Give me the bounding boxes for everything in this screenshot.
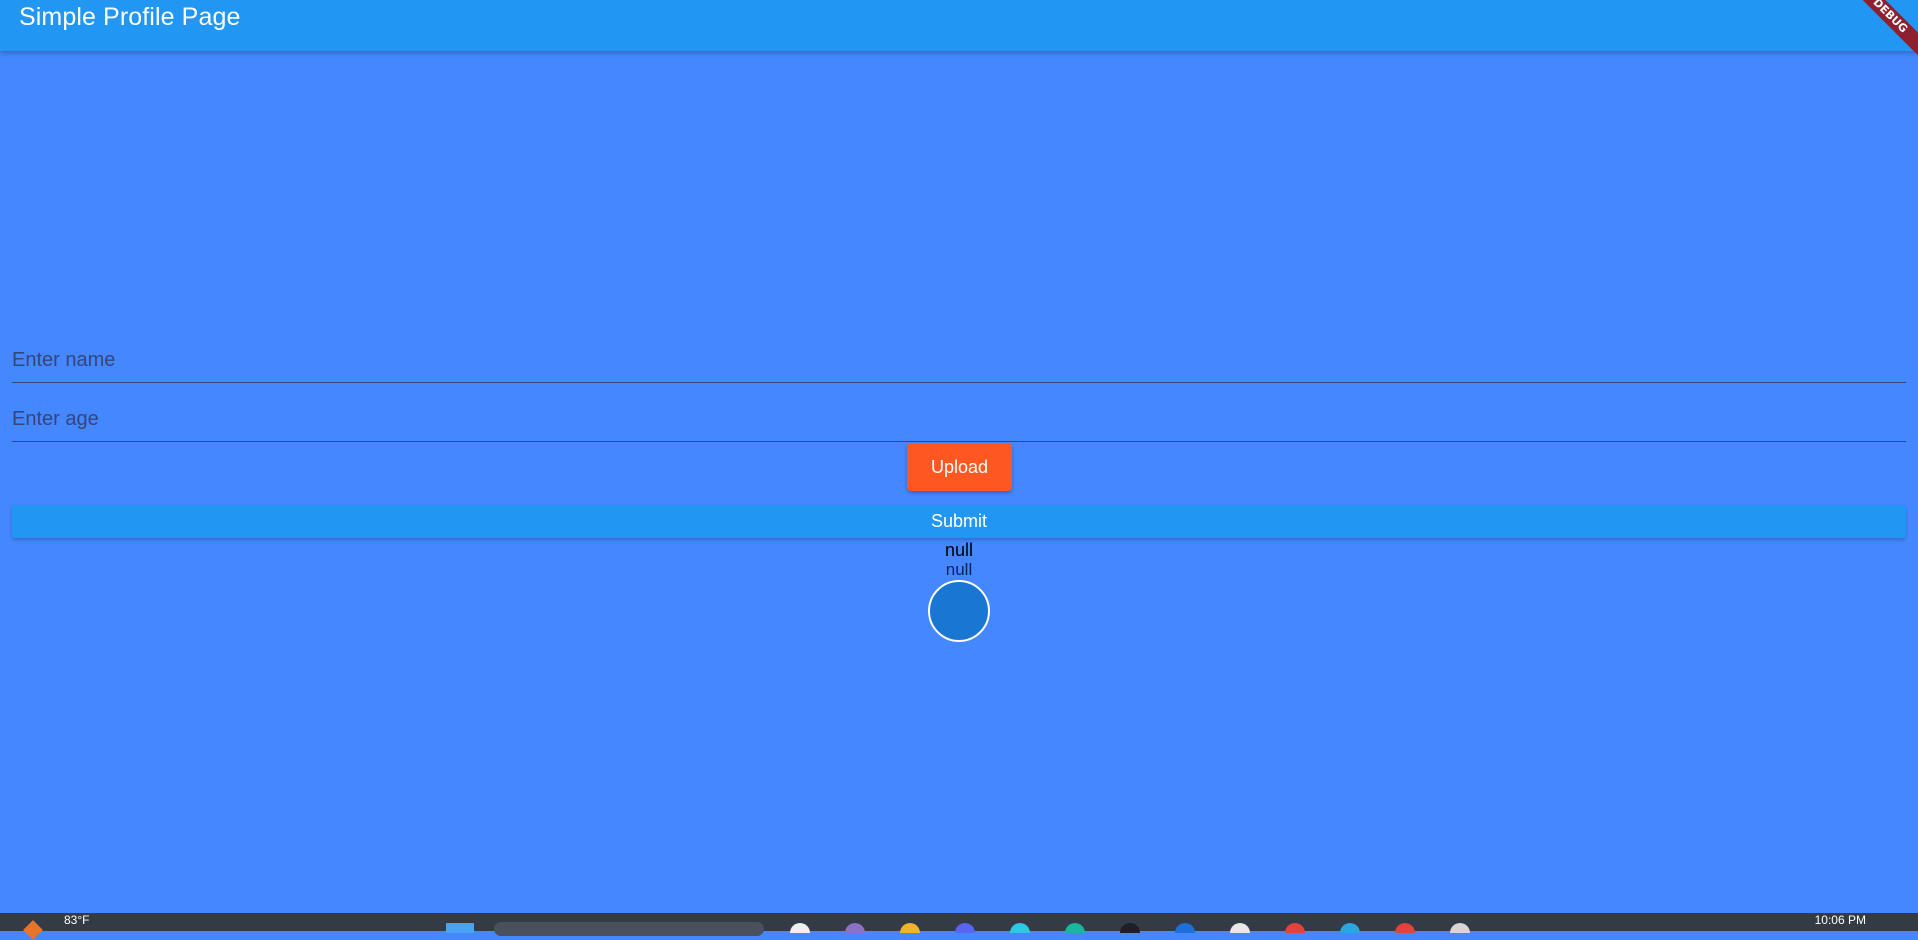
app-icon-12[interactable]	[1395, 923, 1415, 933]
result-name-text: null	[944, 540, 974, 560]
app-icon-11[interactable]	[1340, 923, 1360, 933]
app-icon-10[interactable]	[1285, 923, 1305, 933]
taskbar-search-box[interactable]	[494, 922, 764, 936]
app-icon-8[interactable]	[1175, 923, 1195, 933]
upload-button[interactable]: Upload	[907, 443, 1012, 491]
weather-temperature[interactable]: 83°F	[64, 913, 89, 927]
name-field[interactable]	[12, 338, 1906, 383]
page-title: Simple Profile Page	[19, 3, 241, 31]
age-field[interactable]	[12, 397, 1906, 442]
clock-time[interactable]: 10:06 PM	[1815, 913, 1866, 927]
windows-start-icon[interactable]	[446, 923, 474, 933]
file-explorer-icon[interactable]	[790, 923, 810, 933]
weather-icon[interactable]	[23, 920, 43, 940]
app-icon-2[interactable]	[845, 923, 865, 933]
app-bar: Simple Profile Page	[0, 0, 1918, 51]
app-icon-6[interactable]	[1065, 923, 1085, 933]
app-icon-13[interactable]	[1450, 923, 1470, 933]
app-icon-5[interactable]	[1010, 923, 1030, 933]
submit-button[interactable]: Submit	[12, 505, 1906, 538]
app-icon-3[interactable]	[900, 923, 920, 933]
result-age-text: null	[945, 560, 973, 579]
name-input[interactable]	[12, 338, 1906, 382]
app-icon-4[interactable]	[955, 923, 975, 933]
avatar[interactable]	[928, 580, 990, 642]
app-icon-9[interactable]	[1230, 923, 1250, 933]
age-input[interactable]	[12, 397, 1906, 441]
app-icon-7[interactable]	[1120, 923, 1140, 933]
taskbar: 83°F 10:06 PM	[0, 913, 1918, 940]
